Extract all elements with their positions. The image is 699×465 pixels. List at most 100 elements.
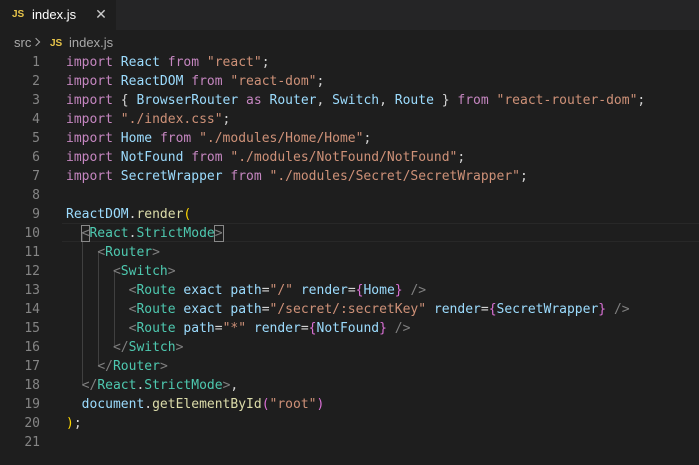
code-token: ( [261, 397, 270, 412]
code-line[interactable]: 14 <Route exact path="/secret/:secretKey… [0, 300, 699, 319]
code-line[interactable]: 4 import "./index.css"; [0, 110, 699, 129]
code-line[interactable]: 13 <Route exact path="/" render={Home} /… [0, 281, 699, 300]
code-token: Route [136, 321, 176, 336]
code-token: } [598, 302, 607, 317]
code-text: import NotFound from "./modules/NotFound… [66, 148, 465, 167]
code-text: document.getElementById("root") [66, 395, 325, 414]
code-line[interactable]: 17 </Router> [0, 357, 699, 376]
code-token: ReactDOM [120, 74, 184, 89]
tab-label: index.js [32, 7, 77, 22]
code-token: render [253, 321, 301, 336]
code-token: NotFound [120, 150, 184, 165]
line-number: 1 [32, 55, 40, 70]
code-line[interactable]: 9 ReactDOM.render( [0, 205, 699, 224]
code-line[interactable]: 20); [0, 414, 699, 433]
code-token: "./modules/Home/Home" [199, 131, 364, 146]
code-token: import [66, 150, 113, 165]
code-token: , [316, 93, 333, 108]
code-line[interactable]: 3 import { BrowserRouter as Router, Switc… [0, 91, 699, 110]
code-line[interactable]: 1 import React from "react"; [0, 53, 699, 72]
code-line[interactable]: 19 document.getElementById("root") [0, 395, 699, 414]
line-number: 21 [24, 435, 40, 450]
code-token: "react-dom" [230, 74, 317, 89]
code-token: Router [269, 93, 317, 108]
code-line[interactable]: 11 <Router> [0, 243, 699, 262]
code-text: <Router> [66, 243, 160, 262]
code-token: { [488, 302, 497, 317]
code-line[interactable]: 2 import ReactDOM from "react-dom"; [0, 72, 699, 91]
code-editor[interactable]: 1 import React from "react"; 2 import React… [0, 52, 699, 465]
code-token: path [230, 283, 262, 298]
line-number: 4 [32, 112, 40, 127]
code-token: React [97, 378, 137, 393]
code-token: as [246, 93, 262, 108]
code-token: = [261, 302, 270, 317]
code-text: <Route exact path="/secret/:secretKey" r… [66, 300, 630, 319]
code-token: ; [637, 93, 646, 108]
code-token: Route [394, 93, 434, 108]
code-token: , [230, 378, 239, 393]
code-token: } [441, 93, 450, 108]
javascript-file-icon: JS [12, 9, 25, 20]
code-token: ) [66, 416, 74, 431]
code-text: </Switch> [66, 338, 183, 357]
code-token: "./index.css" [120, 112, 223, 127]
code-token: > [167, 264, 176, 279]
code-token: /> [410, 283, 427, 298]
code-token: ; [519, 169, 528, 184]
tab-bar: JS index.js ✕ [0, 0, 699, 30]
code-token: </ [112, 340, 129, 355]
code-token: SecretWrapper [120, 169, 223, 184]
code-token: ; [316, 74, 325, 89]
code-line[interactable]: 8 [0, 186, 699, 205]
code-token: document [81, 397, 145, 412]
breadcrumb-file[interactable]: index.js [69, 32, 113, 54]
code-text: import { BrowserRouter as Router, Switch… [66, 91, 645, 110]
code-line[interactable]: 10 <React.StrictMode> [0, 224, 699, 243]
line-number: 19 [24, 397, 40, 412]
code-text: import "./index.css"; [66, 110, 230, 129]
code-token: ( [183, 207, 192, 222]
code-token: Route [136, 283, 176, 298]
code-line[interactable]: 16 </Switch> [0, 338, 699, 357]
code-token: ; [222, 112, 231, 127]
breadcrumb: src JS index.js [0, 30, 699, 52]
code-token: SecretWrapper [496, 302, 599, 317]
code-token: ; [457, 150, 466, 165]
code-line[interactable]: 7 import SecretWrapper from "./modules/Se… [0, 167, 699, 186]
code-token: Home [363, 283, 395, 298]
code-text: </React.StrictMode>, [66, 376, 239, 395]
code-line[interactable]: 6 import NotFound from "./modules/NotFoun… [0, 148, 699, 167]
code-token: from [159, 131, 192, 146]
code-token: render [136, 207, 184, 222]
close-icon[interactable]: ✕ [94, 6, 108, 22]
code-line[interactable]: 15 <Route path="*" render={NotFound} /> [0, 319, 699, 338]
code-line[interactable]: 12 <Switch> [0, 262, 699, 281]
code-token: } [394, 283, 403, 298]
line-number: 18 [24, 378, 40, 393]
tab-index-js[interactable]: JS index.js ✕ [0, 0, 116, 30]
line-number: 3 [32, 93, 40, 108]
line-number: 13 [24, 283, 40, 298]
code-line[interactable]: 5 import Home from "./modules/Home/Home"; [0, 129, 699, 148]
code-token: = [347, 283, 356, 298]
breadcrumb-folder[interactable]: src [14, 32, 31, 54]
code-line[interactable]: 21 [0, 433, 699, 452]
code-token: /> [394, 321, 411, 336]
code-text: <Switch> [66, 262, 176, 281]
code-token: } [379, 321, 387, 336]
code-line[interactable]: 18 </React.StrictMode>, [0, 376, 699, 395]
code-token: Router [105, 245, 153, 260]
